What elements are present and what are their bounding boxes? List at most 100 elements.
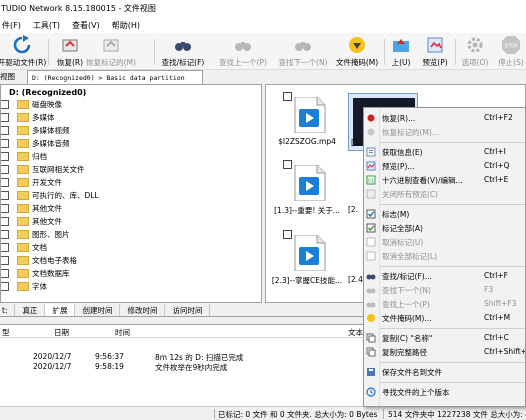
find-next-button[interactable]: 查找下一个(N) bbox=[278, 35, 328, 68]
tree-checkbox[interactable] bbox=[1, 152, 9, 161]
stop-icon: STOP bbox=[501, 35, 521, 55]
ctx-find-prev-version[interactable]: 寻找文件的上个版本 bbox=[364, 385, 525, 399]
tab-real[interactable]: 真正 bbox=[15, 304, 46, 316]
file-mask-button[interactable]: 文件掩码(M) bbox=[334, 35, 380, 68]
tree-checkbox[interactable] bbox=[1, 100, 9, 109]
menu-separator bbox=[380, 142, 525, 143]
log-col-type[interactable]: 型 bbox=[2, 327, 10, 338]
stop-button[interactable]: STOP 停止(S) bbox=[496, 35, 526, 68]
tree-checkbox[interactable] bbox=[1, 139, 9, 148]
tree-checkbox[interactable] bbox=[1, 165, 9, 174]
menu-help[interactable]: 帮助(H) bbox=[106, 20, 146, 31]
tree-checkbox[interactable] bbox=[1, 269, 9, 278]
copy-path-icon bbox=[366, 347, 376, 357]
tree-item[interactable]: 文档数据库 bbox=[1, 267, 70, 280]
tree-checkbox[interactable] bbox=[1, 178, 9, 187]
folder-tree[interactable]: D: (Recognized0) 磁盘映像 多媒体 多媒体视频 多媒体音频 归档… bbox=[0, 84, 262, 303]
ctx-get-info[interactable]: 获取信息(E) Ctrl+I bbox=[364, 145, 525, 159]
tree-item[interactable]: 多媒体 bbox=[1, 111, 55, 124]
log-col-text[interactable]: 文本 bbox=[348, 327, 363, 338]
log-col-date[interactable]: 日期 bbox=[54, 327, 69, 338]
ctx-file-mask[interactable]: 文件掩码(M)... Ctrl+M bbox=[364, 311, 525, 325]
file-checkbox[interactable] bbox=[283, 160, 292, 169]
tab-accessed[interactable]: 访问时间 bbox=[165, 304, 211, 316]
tree-item[interactable]: 其他文件 bbox=[1, 202, 62, 215]
tree-item[interactable]: 多媒体音频 bbox=[1, 137, 70, 150]
menu-view[interactable]: 查看(V) bbox=[66, 20, 106, 31]
ctx-preview[interactable]: 预览(P)... Ctrl+Q bbox=[364, 159, 525, 173]
tree-item[interactable]: 其他文件 bbox=[1, 215, 62, 228]
ctx-save-names[interactable]: 保存文件名到文件 bbox=[364, 365, 525, 379]
folder-icon bbox=[17, 282, 29, 291]
tree-checkbox[interactable] bbox=[1, 217, 9, 226]
tree-checkbox[interactable] bbox=[1, 282, 9, 291]
tab-extended[interactable]: 扩展 bbox=[45, 304, 76, 316]
status-marked: 已标记: 0 文件 和 0 文件夹. 总大小为: 0 Bytes bbox=[218, 410, 378, 419]
ctx-copy-path[interactable]: 复制完整路径 Ctrl+Shift+C bbox=[364, 345, 525, 359]
tab-left-cut[interactable]: t: bbox=[0, 304, 16, 316]
tree-checkbox[interactable] bbox=[1, 113, 9, 122]
view-tab[interactable]: 视图 bbox=[0, 71, 15, 82]
tree-item[interactable]: 互联网相关文件 bbox=[1, 163, 85, 176]
tree-item[interactable]: 开发文件 bbox=[1, 176, 62, 189]
ctx-copy-name[interactable]: 复制(C) "名称" Ctrl+C bbox=[364, 331, 525, 345]
tree-checkbox[interactable] bbox=[1, 230, 9, 239]
ctx-recover-marked[interactable]: 恢复标记的(M)... bbox=[364, 125, 525, 139]
tree-item[interactable]: 磁盘映像 bbox=[1, 98, 62, 111]
tree-item[interactable]: 图形、图片 bbox=[1, 228, 70, 241]
file-item[interactable]: [1.3]--重要! 关于... bbox=[266, 153, 348, 219]
folder-icon bbox=[17, 191, 29, 200]
unmark-icon bbox=[366, 237, 376, 247]
hex-icon: 01 bbox=[366, 175, 376, 185]
binoculars-icon bbox=[366, 271, 376, 281]
tree-item[interactable]: 文档电子表格 bbox=[1, 254, 77, 267]
menu-file[interactable]: 件(F) bbox=[0, 20, 27, 31]
binoculars-prev-icon bbox=[366, 299, 376, 309]
ctx-find-mark[interactable]: 查找/标记(F)... Ctrl+F bbox=[364, 269, 525, 283]
path-text: D: (Recognized0) > Basic data partition bbox=[32, 73, 185, 82]
preview-button[interactable]: 预览(P) bbox=[420, 35, 450, 68]
tab-modified[interactable]: 修改时间 bbox=[120, 304, 166, 316]
tree-item[interactable]: 多媒体视频 bbox=[1, 124, 70, 137]
tree-checkbox[interactable] bbox=[1, 126, 9, 135]
file-item[interactable]: [2.3]--掌握CE技能... bbox=[266, 223, 348, 289]
log-col-time[interactable]: 时间 bbox=[115, 327, 130, 338]
ctx-mark[interactable]: 标志(M) bbox=[364, 207, 525, 221]
menu-separator bbox=[380, 204, 525, 205]
tree-item[interactable]: 可执行的、库、DLL bbox=[1, 189, 99, 202]
file-checkbox[interactable] bbox=[283, 92, 292, 101]
find-mark-button[interactable]: 查找/标记(F) bbox=[158, 35, 208, 68]
version-icon bbox=[366, 387, 376, 397]
file-item[interactable]: $I2ZSZOG.mp4 bbox=[266, 85, 348, 151]
mark-all-icon bbox=[366, 223, 376, 233]
find-prev-button[interactable]: 查找上一个(P) bbox=[218, 35, 268, 68]
ctx-hex-view[interactable]: 01 十六进制查看(V)/编辑... Ctrl+E bbox=[364, 173, 525, 187]
open-drive-button[interactable]: 开驱动文件(R) bbox=[0, 35, 46, 68]
path-field[interactable]: D: (Recognized0) > Basic data partition bbox=[27, 70, 203, 84]
tree-item[interactable]: 归档 bbox=[1, 150, 47, 163]
tree-checkbox[interactable] bbox=[1, 191, 9, 200]
tree-root[interactable]: D: (Recognized0) bbox=[9, 88, 86, 97]
ctx-mark-all[interactable]: 标记全部(A) bbox=[364, 221, 525, 235]
tree-checkbox[interactable] bbox=[1, 243, 9, 252]
recover-marked-button[interactable]: 恢复标记的(M) bbox=[86, 35, 136, 68]
ctx-recover[interactable]: 恢复(R)... Ctrl+F2 bbox=[364, 111, 525, 125]
tree-checkbox[interactable] bbox=[1, 204, 9, 213]
ctx-close-previews[interactable]: 关闭所有预览(C) bbox=[364, 187, 525, 201]
tab-created[interactable]: 创建时间 bbox=[75, 304, 121, 316]
menu-separator bbox=[380, 382, 525, 383]
recover-marked-icon bbox=[101, 35, 121, 55]
tree-item[interactable]: 字体 bbox=[1, 280, 47, 293]
ctx-unmark-all[interactable]: 取消全部标记(L) bbox=[364, 249, 525, 263]
up-button[interactable]: 上(U) bbox=[390, 35, 412, 68]
ctx-unmark[interactable]: 取消标记(U) bbox=[364, 235, 525, 249]
tree-item[interactable]: 文档 bbox=[1, 241, 47, 254]
binoculars-next-icon bbox=[366, 285, 376, 295]
menu-tools[interactable]: 工具(T) bbox=[27, 20, 66, 31]
options-button[interactable]: 选项(O) bbox=[460, 35, 490, 68]
recover-button[interactable]: 恢复(R) bbox=[54, 35, 86, 68]
ctx-find-prev[interactable]: 查找上一个(P) Shift+F3 bbox=[364, 297, 525, 311]
ctx-find-next[interactable]: 查找下一个(N) F3 bbox=[364, 283, 525, 297]
file-checkbox[interactable] bbox=[283, 230, 292, 239]
tree-checkbox[interactable] bbox=[1, 256, 9, 265]
